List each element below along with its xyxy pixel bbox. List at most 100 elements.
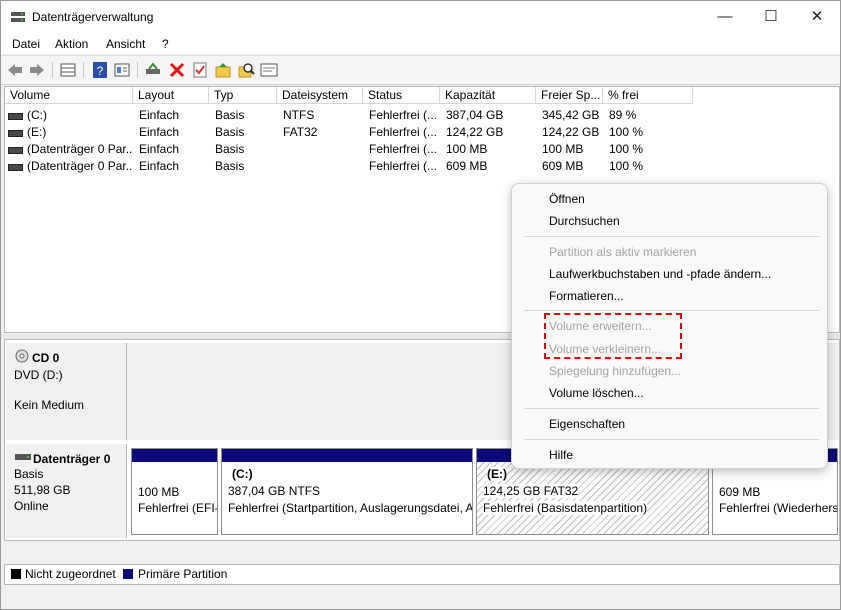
- delete-icon[interactable]: [168, 61, 186, 79]
- drive-icon: [8, 147, 23, 154]
- cell-status: Fehlerfrei (...: [369, 125, 438, 139]
- cell-prozent-frei: 100 %: [609, 142, 644, 156]
- close-button[interactable]: ✕: [794, 1, 840, 33]
- partition-status: Fehlerfrei (Basisdatenpartition): [483, 501, 648, 515]
- check-icon[interactable]: [191, 61, 209, 79]
- legend-label-unallocated: Nicht zugeordnet: [25, 567, 116, 581]
- disk0-state: Online: [14, 499, 49, 513]
- hard-disk-icon: [15, 454, 31, 460]
- column-header-layout[interactable]: Layout: [133, 87, 209, 104]
- cell-typ: Basis: [215, 142, 245, 156]
- cell-layout: Einfach: [139, 108, 180, 122]
- cd-drive-label[interactable]: CD 0 DVD (D:) Kein Medium: [6, 343, 127, 440]
- legend-swatch-primary: [123, 569, 133, 579]
- cell-status: Fehlerfrei (...: [369, 108, 438, 122]
- toolbar-separator: [52, 62, 53, 78]
- cell-layout: Einfach: [139, 125, 180, 139]
- maximize-button[interactable]: ☐: [748, 1, 794, 33]
- drive-icon: [8, 164, 23, 171]
- list-view-icon[interactable]: [59, 61, 77, 79]
- properties-icon[interactable]: [113, 61, 131, 79]
- cell-kapazitaet: 100 MB: [446, 142, 488, 156]
- menu-item-laufwerkbuchstaben[interactable]: Laufwerkbuchstaben und -pfade ändern...: [549, 267, 771, 281]
- partition-status: Fehlerfrei (Wiederhers: [719, 501, 838, 515]
- disk0-name: Datenträger 0: [33, 452, 111, 466]
- table-row[interactable]: (Datenträger 0 Par... Einfach Basis Fehl…: [5, 141, 839, 158]
- cell-kapazitaet: 387,04 GB: [446, 108, 504, 122]
- menu-item-oeffnen[interactable]: Öffnen: [549, 192, 585, 206]
- column-header-status[interactable]: Status: [363, 87, 440, 104]
- cell-freier-speicher: 345,42 GB: [542, 108, 600, 122]
- menu-separator: [524, 310, 819, 311]
- legend-label-primary: Primäre Partition: [138, 567, 228, 581]
- folder-up-icon[interactable]: [214, 61, 232, 79]
- toolbar-separator: [83, 62, 84, 78]
- cell-volume: (E:): [27, 125, 47, 139]
- menu-item-spiegelung: Spiegelung hinzufügen...: [549, 364, 682, 378]
- cell-kapazitaet: 124,22 GB: [446, 125, 504, 139]
- menu-item-volume-loeschen[interactable]: Volume löschen...: [549, 386, 644, 400]
- menu-separator: [524, 408, 819, 409]
- cd-name: CD 0: [32, 351, 60, 365]
- menu-datei[interactable]: Datei: [12, 37, 40, 51]
- cell-typ: Basis: [215, 108, 245, 122]
- toolbar-separator: [137, 62, 138, 78]
- partition-status: Fehlerfrei (Startpartition, Auslagerungs…: [228, 501, 473, 515]
- cell-status: Fehlerfrei (...: [369, 159, 438, 173]
- svg-text:?: ?: [97, 64, 104, 78]
- cell-dateisystem: NTFS: [283, 108, 315, 122]
- column-header-volume[interactable]: Volume: [5, 87, 133, 104]
- drive-icon: [8, 130, 23, 137]
- partition-size: 609 MB: [719, 485, 761, 499]
- table-row[interactable]: (Datenträger 0 Par... Einfach Basis Fehl…: [5, 158, 839, 175]
- toolbar: ?: [1, 55, 840, 85]
- disk0-size: 511,98 GB: [14, 483, 71, 497]
- partition-c[interactable]: (C:) 387,04 GB NTFS Fehlerfrei (Startpar…: [221, 448, 473, 535]
- disk0-label[interactable]: Datenträger 0 Basis 511,98 GB Online: [6, 444, 127, 538]
- column-header-typ[interactable]: Typ: [209, 87, 277, 104]
- menu-aktion[interactable]: Aktion: [55, 37, 88, 51]
- menu-item-eigenschaften[interactable]: Eigenschaften: [549, 417, 625, 431]
- partition-size: 100 MB: [138, 485, 180, 499]
- menu-separator: [524, 236, 819, 237]
- legend-bar: Nicht zugeordnet Primäre Partition: [4, 564, 840, 585]
- partition-efi[interactable]: 100 MB Fehlerfrei (EFI-: [131, 448, 218, 535]
- back-icon[interactable]: [6, 61, 24, 79]
- cd-media: Kein Medium: [14, 398, 85, 412]
- menu-item-durchsuchen[interactable]: Durchsuchen: [549, 214, 620, 228]
- help-icon[interactable]: ?: [91, 61, 109, 79]
- table-row[interactable]: (E:) Einfach Basis FAT32 Fehlerfrei (...…: [5, 124, 839, 141]
- minimize-button[interactable]: —: [702, 1, 748, 33]
- partition-label: (C:): [232, 467, 253, 481]
- column-header-freier-speicher[interactable]: Freier Sp...: [536, 87, 603, 104]
- forward-icon[interactable]: [28, 61, 46, 79]
- title-bar: Datenträgerverwaltung — ☐ ✕: [1, 1, 840, 33]
- cell-kapazitaet: 609 MB: [446, 159, 488, 173]
- console-icon[interactable]: [260, 61, 278, 79]
- menu-ansicht[interactable]: Ansicht: [106, 37, 145, 51]
- cd-icon: [15, 349, 29, 363]
- menu-item-partition-aktiv: Partition als aktiv markieren: [549, 245, 697, 259]
- search-icon[interactable]: [237, 61, 255, 79]
- disk-management-app-icon: [11, 12, 25, 22]
- menu-separator: [524, 439, 819, 440]
- cell-typ: Basis: [215, 125, 245, 139]
- connect-icon[interactable]: [144, 61, 162, 79]
- partition-label: (E:): [487, 467, 507, 481]
- primary-partition-bar: [132, 449, 217, 462]
- column-header-dateisystem[interactable]: Dateisystem: [277, 87, 363, 104]
- partition-size: 387,04 GB NTFS: [228, 484, 321, 498]
- menu-item-hilfe[interactable]: Hilfe: [549, 448, 573, 462]
- cell-layout: Einfach: [139, 142, 180, 156]
- cell-volume: (C:): [27, 108, 47, 122]
- cell-freier-speicher: 609 MB: [542, 159, 584, 173]
- table-row[interactable]: (C:) Einfach Basis NTFS Fehlerfrei (... …: [5, 107, 839, 124]
- menu-item-formatieren[interactable]: Formatieren...: [549, 289, 624, 303]
- menu-help[interactable]: ?: [162, 37, 169, 51]
- primary-partition-bar: [222, 449, 472, 462]
- cell-typ: Basis: [215, 159, 245, 173]
- column-header-prozent-frei[interactable]: % frei: [603, 87, 693, 104]
- column-header-kapazitaet[interactable]: Kapazität: [440, 87, 536, 104]
- highlight-box: [544, 313, 682, 359]
- window-title: Datenträgerverwaltung: [32, 10, 154, 24]
